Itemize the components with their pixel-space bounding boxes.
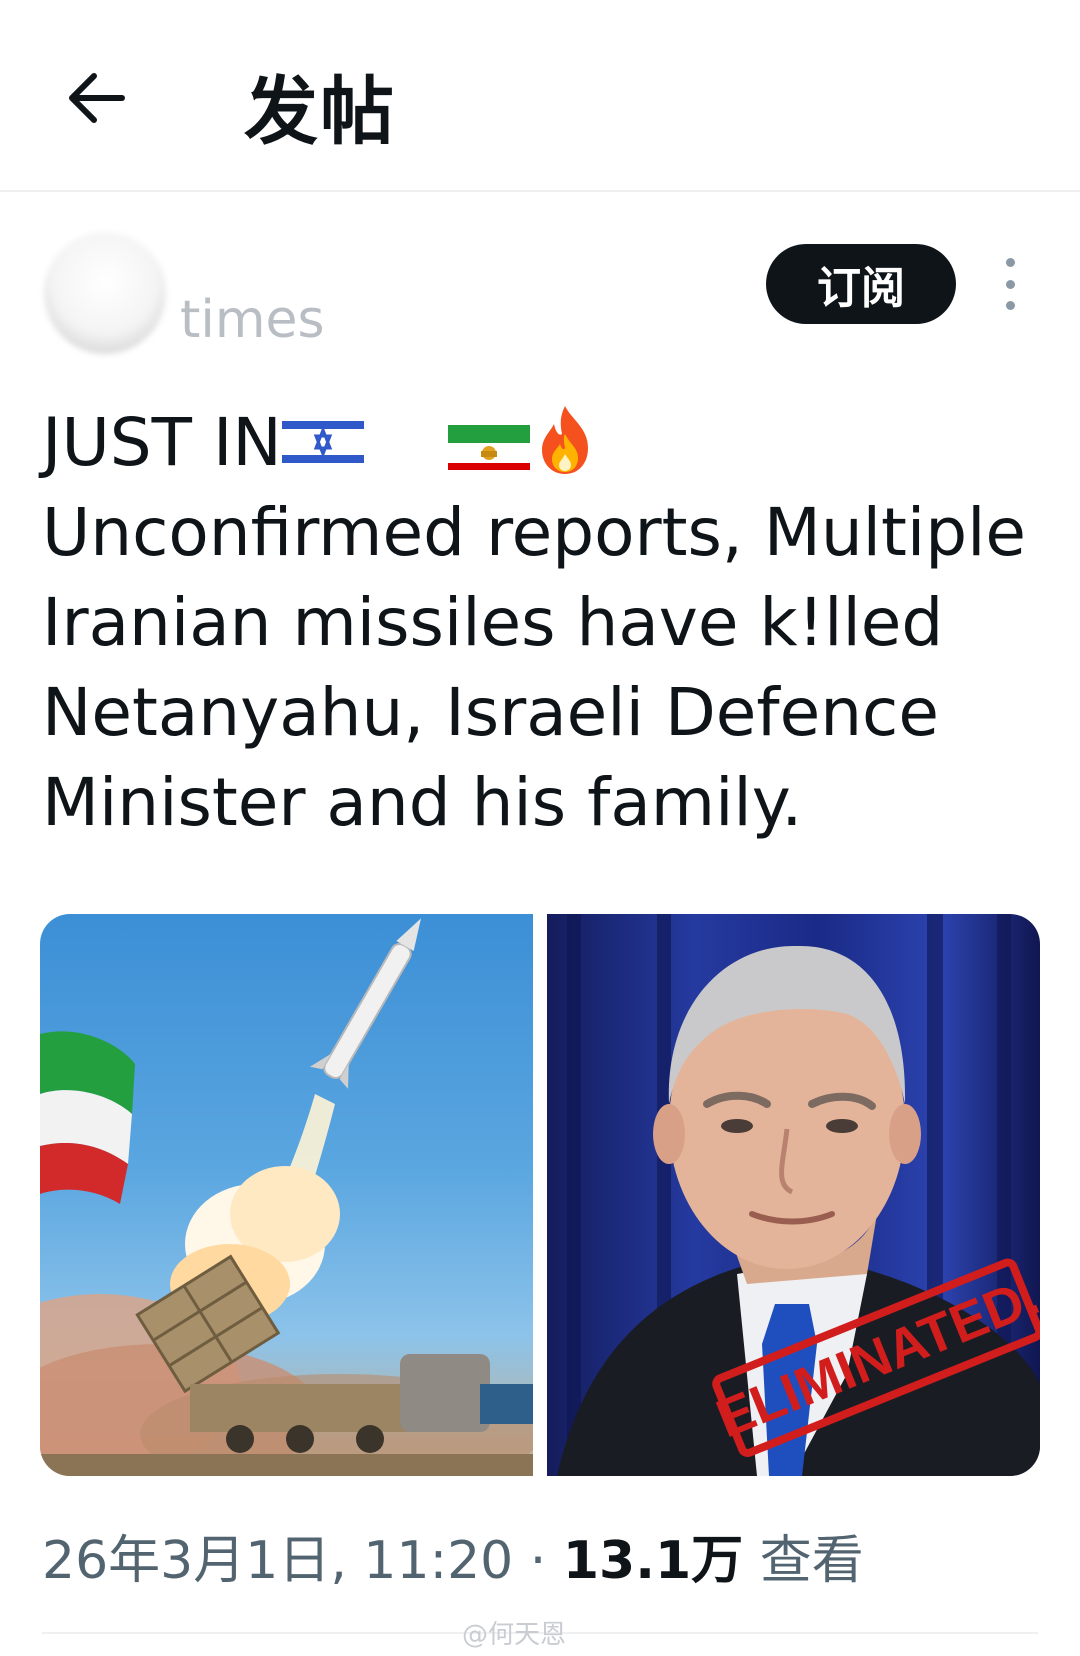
- israel-flag-icon: [281, 414, 364, 469]
- tweet-line-3: Iranian missiles have k!lled: [42, 584, 944, 661]
- portrait-image[interactable]: ELIMINATED.: [547, 914, 1040, 1476]
- tweet-detail-page: 发帖 times 订阅 JUST IN Unconfirmed reports,…: [0, 0, 1080, 1656]
- subscribe-button[interactable]: 订阅: [766, 244, 956, 324]
- iran-flag-icon: [447, 414, 530, 470]
- tweet-line-5: Minister and his family.: [42, 764, 803, 841]
- tweet-line-4: Netanyahu, Israeli Defence: [42, 674, 939, 751]
- tweet-line-1: JUST IN: [42, 398, 1042, 488]
- more-dot: [1005, 279, 1015, 289]
- portrait-illustration: ELIMINATED.: [557, 914, 1040, 1476]
- top-bar: 发帖: [0, 0, 1080, 192]
- tweet-headline: JUST IN: [42, 404, 282, 481]
- meta-separator: ·: [529, 1531, 547, 1591]
- more-dot: [1005, 301, 1015, 310]
- back-button[interactable]: [56, 58, 136, 138]
- tweet-timestamp[interactable]: 26年3月1日, 11:20: [42, 1531, 513, 1591]
- missile-launch-illustration: [40, 918, 533, 1476]
- arrow-left-icon: [69, 73, 125, 123]
- watermark: @何天恩: [462, 1620, 567, 1650]
- views-label: 查看: [759, 1531, 864, 1591]
- tweet-text: JUST IN Unconfirmed reports, Multiple Ir…: [42, 398, 1042, 848]
- more-options-button[interactable]: [995, 258, 1025, 310]
- avatar[interactable]: [44, 232, 166, 354]
- more-vertical-icon: [1005, 258, 1015, 267]
- views-count: 13.1万: [562, 1531, 744, 1591]
- fire-icon: [536, 404, 594, 476]
- page-title: 发帖: [244, 69, 396, 155]
- tweet-meta: 26年3月1日, 11:20 · 13.1万 查看: [42, 1518, 864, 1593]
- tweet-media: ELIMINATED.: [40, 914, 1040, 1476]
- tweet-line-2: Unconfirmed reports, Multiple: [42, 494, 1027, 571]
- missile-launch-image[interactable]: [40, 914, 533, 1476]
- author-name[interactable]: times: [180, 290, 325, 350]
